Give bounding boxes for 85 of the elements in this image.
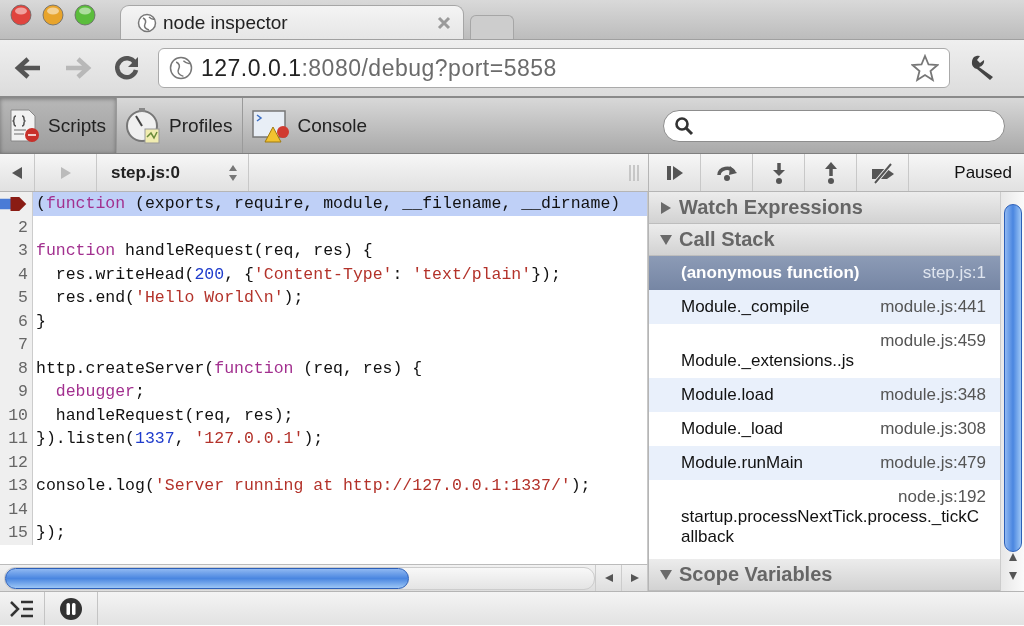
down-triangle-icon bbox=[1007, 571, 1018, 582]
code-line: debugger; bbox=[55, 382, 145, 401]
breakpoint-slash-icon bbox=[869, 160, 896, 185]
globe-icon bbox=[137, 12, 157, 33]
debugger-status: Paused bbox=[954, 162, 1013, 183]
frame-location: module.js:308 bbox=[880, 419, 986, 439]
frame-location: module.js:348 bbox=[880, 385, 986, 405]
call-stack-row[interactable]: Module._load module.js:308 bbox=[649, 412, 1000, 446]
pause-icon bbox=[59, 596, 83, 621]
call-stack-row[interactable]: Module.runMain module.js:479 bbox=[649, 446, 1000, 480]
code-line: }); bbox=[36, 523, 66, 542]
address-field[interactable]: 127.0.0.1:8080/debug?port=5858 bbox=[158, 48, 950, 88]
script-file-icon bbox=[8, 107, 42, 144]
code-line: res.writeHead(200, {'Content-Type': 'text/plain'}); bbox=[55, 264, 561, 284]
section-header[interactable]: Scope Variables bbox=[649, 559, 1000, 591]
console-prompt-icon bbox=[9, 598, 35, 619]
code-line: console.log('Server running at http://127.0.0.1:1337/'); bbox=[36, 476, 591, 495]
call-stack-row[interactable]: Module._extensions..js module.js:459 bbox=[649, 324, 1000, 378]
code-line: }).listen(1337, '127.0.0.1'); bbox=[36, 429, 324, 448]
reload-icon bbox=[114, 55, 140, 81]
function-name: Module.load bbox=[681, 385, 774, 405]
line-number: 9 bbox=[18, 381, 28, 403]
call-stack-row[interactable]: Module.load module.js:348 bbox=[649, 378, 1000, 412]
back-arrow-icon bbox=[14, 56, 42, 80]
line-number: 6 bbox=[18, 310, 28, 333]
close-window-icon bbox=[10, 3, 32, 26]
section-header[interactable]: Watch Expressions bbox=[649, 192, 1000, 224]
left-triangle-icon bbox=[10, 165, 24, 180]
star-icon bbox=[911, 54, 939, 82]
up-triangle-icon bbox=[1007, 551, 1018, 562]
right-triangle-icon bbox=[659, 200, 673, 215]
globe-icon bbox=[169, 56, 193, 80]
frame-location: step.js:1 bbox=[922, 263, 986, 283]
right-triangle-icon bbox=[58, 165, 73, 180]
code-line: res.end('Hello World\n'); bbox=[55, 288, 304, 307]
line-number: 8 bbox=[18, 357, 28, 380]
left-triangle-icon bbox=[603, 573, 614, 583]
zoom-window-icon bbox=[74, 3, 96, 26]
grip-icon bbox=[628, 163, 640, 182]
code-line: handleRequest(req, res); bbox=[55, 405, 294, 425]
line-number: 14 bbox=[8, 498, 28, 521]
up-down-caret-icon bbox=[228, 163, 238, 182]
line-number: 10 bbox=[8, 404, 28, 427]
function-name: Module._extensions..js bbox=[681, 351, 854, 371]
panel-tab[interactable]: Scripts bbox=[0, 98, 117, 153]
down-triangle-icon bbox=[659, 232, 673, 247]
frame-location: module.js:459 bbox=[880, 331, 986, 351]
code-line: http.createServer(function (req, res) { bbox=[36, 358, 423, 378]
search-field[interactable] bbox=[663, 109, 1005, 142]
vertical-scrollbar[interactable] bbox=[1000, 192, 1024, 591]
function-name: startup.processNextTick.process._tickCallback bbox=[681, 507, 980, 547]
frame-location: node.js:192 bbox=[898, 487, 986, 507]
line-number: 4 bbox=[18, 263, 28, 286]
down-triangle-icon bbox=[659, 567, 673, 582]
line-number: 2 bbox=[18, 216, 28, 239]
search-icon bbox=[674, 115, 694, 136]
line-number: 11 bbox=[8, 428, 28, 450]
close-icon bbox=[437, 15, 451, 30]
frame-location: module.js:479 bbox=[880, 453, 986, 473]
call-stack-row[interactable]: Module._compile module.js:441 bbox=[649, 290, 1000, 324]
panel-tab[interactable]: Console bbox=[243, 98, 378, 153]
code-line: } bbox=[36, 311, 46, 331]
line-number: 13 bbox=[8, 475, 28, 497]
line-number: 5 bbox=[18, 287, 28, 309]
function-name: Module._load bbox=[681, 419, 784, 439]
line-number: 12 bbox=[8, 451, 28, 474]
minimize-window-icon bbox=[42, 3, 64, 26]
tab-title: node inspector bbox=[163, 11, 289, 34]
forward-arrow-icon bbox=[64, 56, 92, 80]
line-number: 3 bbox=[18, 240, 28, 262]
right-triangle-icon bbox=[629, 573, 640, 583]
line-number: 7 bbox=[18, 334, 28, 356]
section-header[interactable]: Call Stack bbox=[649, 224, 1000, 256]
call-stack-row[interactable]: startup.processNextTick.process._tickCallback node.js:192 bbox=[649, 480, 1000, 554]
function-name: Module.runMain bbox=[681, 453, 803, 473]
frame-location: module.js:441 bbox=[880, 297, 986, 317]
code-line: (function (exports, require, module, __filename, __dirname) bbox=[36, 194, 621, 213]
panel-tab[interactable]: Profiles bbox=[117, 98, 243, 153]
console-warning-icon bbox=[251, 107, 292, 144]
line-number: 15 bbox=[8, 522, 28, 544]
code-line: function handleRequest(req, res) { bbox=[36, 241, 373, 260]
horizontal-scrollbar[interactable] bbox=[4, 566, 595, 590]
function-name: Module._compile bbox=[681, 297, 810, 317]
function-name: (anonymous function) bbox=[681, 263, 860, 283]
browser-tab[interactable]: node inspector bbox=[120, 5, 464, 39]
